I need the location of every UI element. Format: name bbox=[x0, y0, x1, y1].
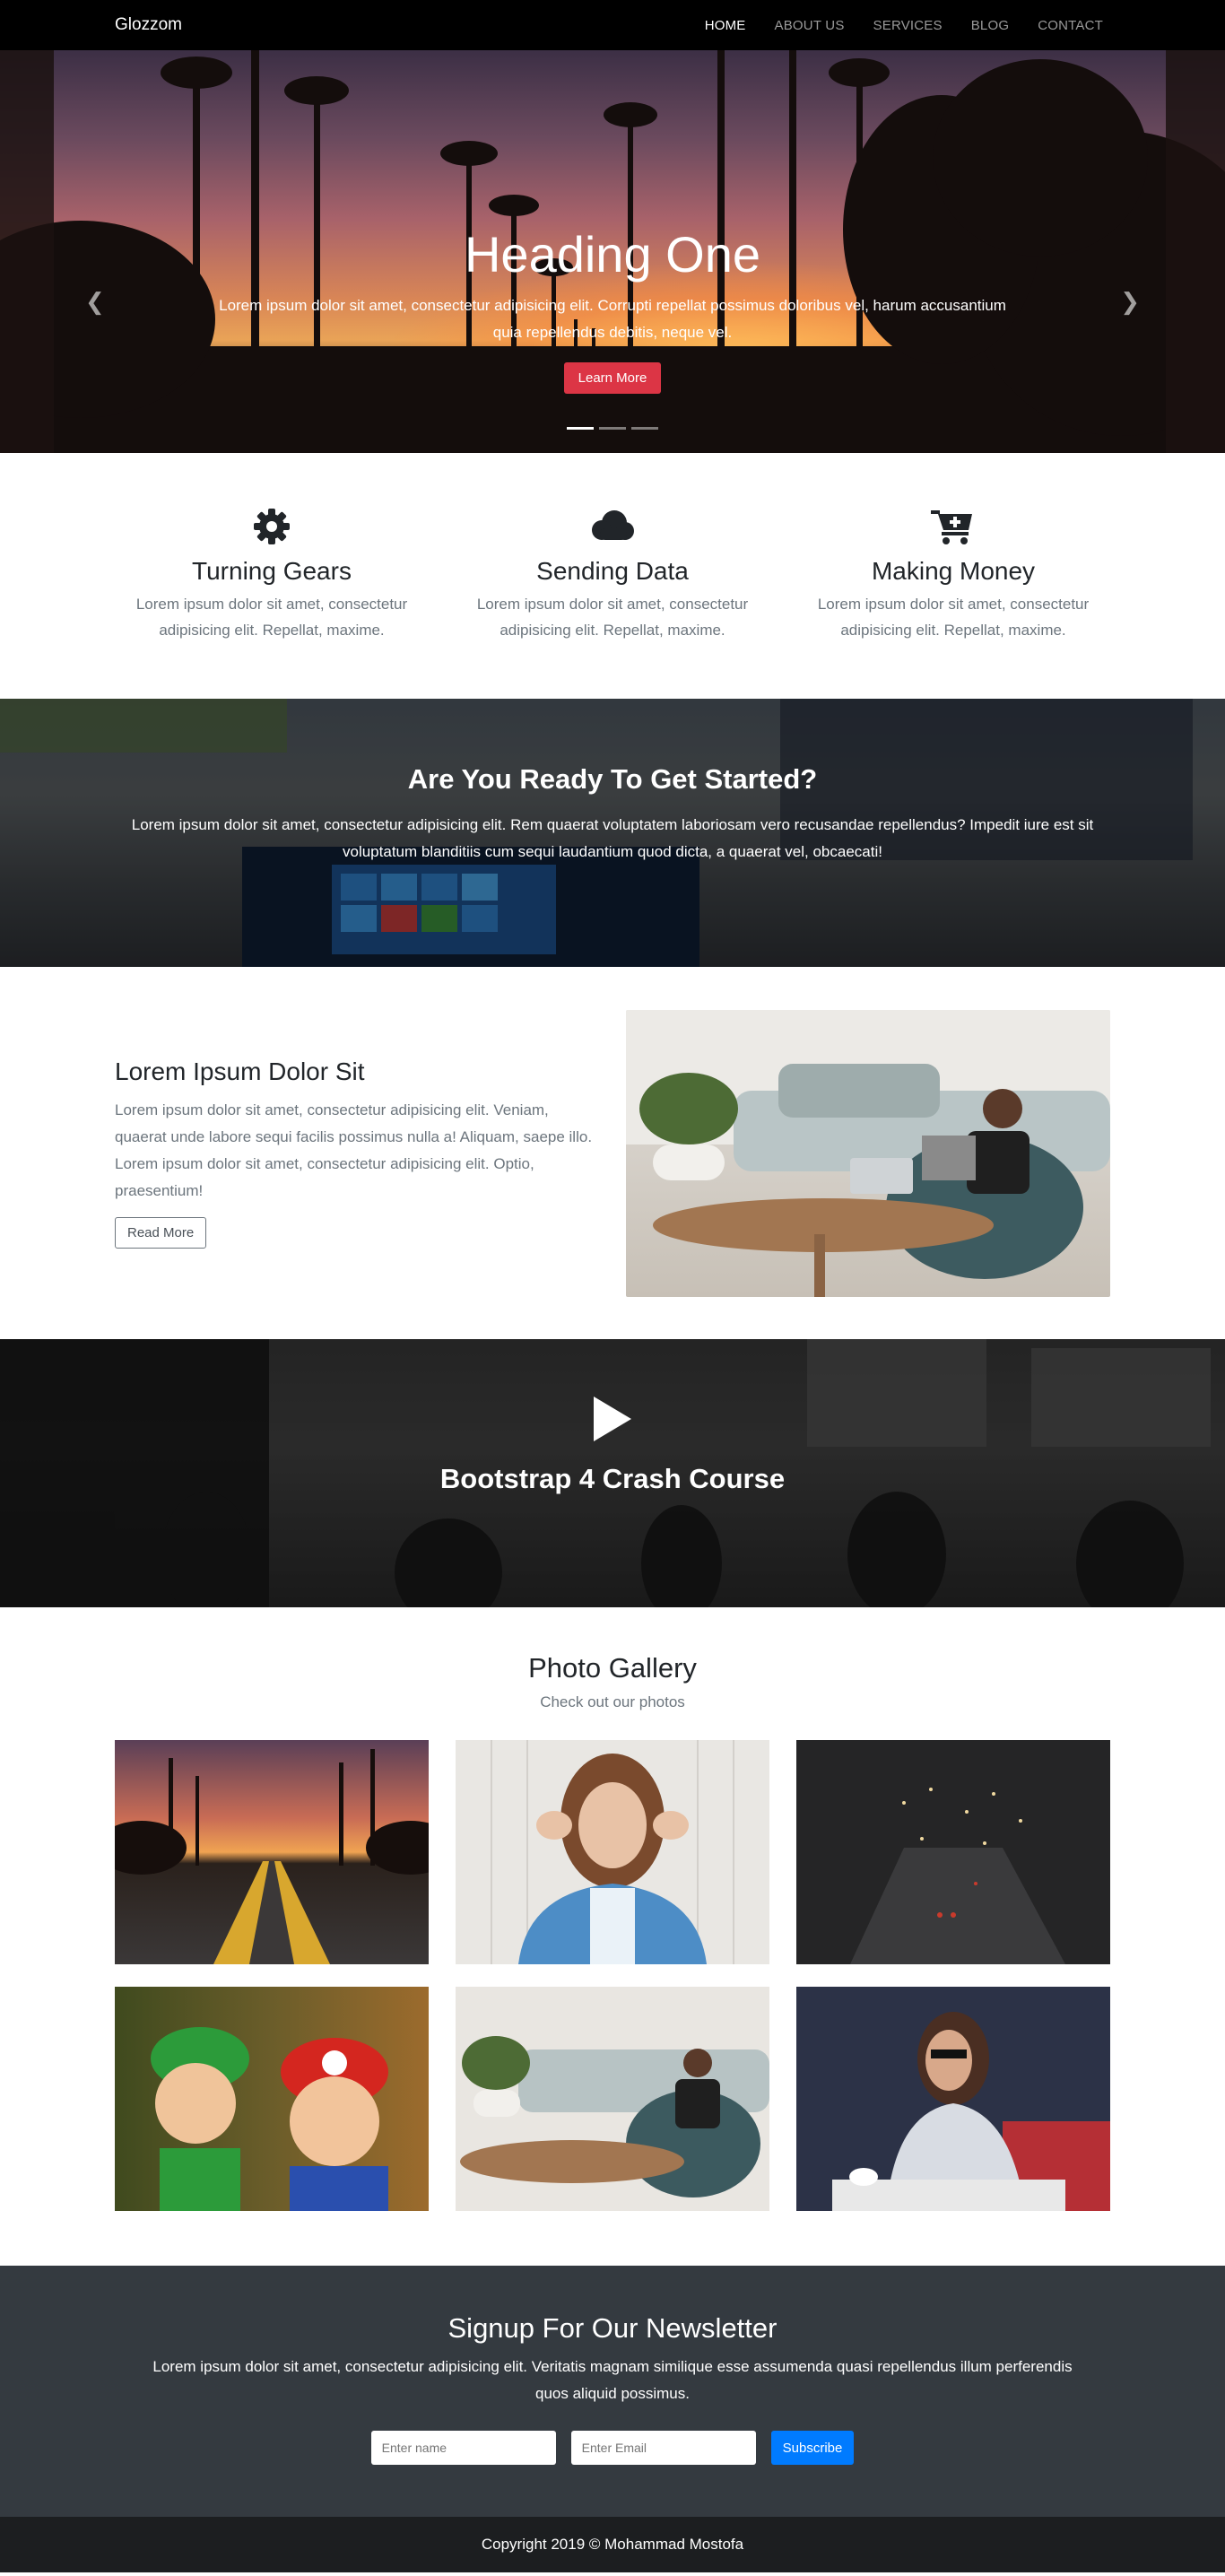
gallery-thumb-woman-denim[interactable] bbox=[456, 1740, 769, 1964]
name-input[interactable] bbox=[370, 2431, 556, 2465]
feature-text: Lorem ipsum dolor sit amet, consectetur … bbox=[135, 596, 408, 639]
nav-link-home[interactable]: HOME bbox=[691, 18, 760, 33]
nav-link-services[interactable]: SERVICES bbox=[859, 18, 957, 33]
hero-text: Lorem ipsum dolor sit amet, consectetur … bbox=[219, 297, 1006, 341]
get-started-text: Lorem ipsum dolor sit amet, consectetur … bbox=[131, 816, 1094, 860]
gallery-title: Photo Gallery bbox=[528, 1652, 697, 1684]
video-section: Bootstrap 4 Crash Course bbox=[0, 1339, 1225, 1607]
copyright-text: Copyright 2019 © Mohammad Mostofa bbox=[481, 2536, 744, 2553]
gallery-thumb-sunset-road[interactable] bbox=[115, 1740, 429, 1964]
feature-text: Lorem ipsum dolor sit amet, consectetur … bbox=[476, 596, 749, 639]
nav-link-contact[interactable]: CONTACT bbox=[1023, 18, 1110, 33]
gallery-thumb-mario-luigi[interactable] bbox=[115, 1987, 429, 2211]
navbar: Glozzom HOME ABOUT US SERVICES BLOG CONT… bbox=[0, 0, 1225, 50]
carousel-indicators bbox=[0, 427, 1225, 430]
subscribe-button[interactable]: Subscribe bbox=[770, 2431, 855, 2465]
newsletter-section: Signup For Our Newsletter Lorem ipsum do… bbox=[0, 2266, 1225, 2517]
girl-reading-image bbox=[626, 1009, 1110, 1297]
carousel-indicator[interactable] bbox=[567, 427, 594, 430]
hero-heading: Heading One bbox=[464, 226, 760, 283]
feature-text: Lorem ipsum dolor sit amet, consectetur … bbox=[817, 596, 1090, 639]
feature-title: Making Money bbox=[871, 557, 1036, 585]
video-content: Bootstrap 4 Crash Course bbox=[0, 1339, 1225, 1495]
hero-caption: Heading One Lorem ipsum dolor sit amet, … bbox=[0, 230, 1225, 394]
cart-plus-icon bbox=[783, 507, 1124, 546]
brand-logo[interactable]: Glozzom bbox=[115, 15, 182, 35]
carousel-indicator[interactable] bbox=[599, 427, 626, 430]
footer: Copyright 2019 © Mohammad Mostofa bbox=[0, 2517, 1225, 2572]
feature-title: Turning Gears bbox=[192, 557, 352, 585]
feature-item: Turning Gears Lorem ipsum dolor sit amet… bbox=[101, 507, 442, 699]
hero-carousel: ❮ ❯ Heading One Lorem ipsum dolor sit am… bbox=[0, 50, 1225, 453]
photo-gallery-section: Photo Gallery Check out our photos bbox=[0, 1607, 1225, 2266]
feature-title: Sending Data bbox=[536, 557, 689, 585]
gallery-thumb-woman-cafe[interactable] bbox=[796, 1987, 1110, 2211]
learn-more-button[interactable]: Learn More bbox=[563, 362, 662, 394]
info-text: Lorem ipsum dolor sit amet, consectetur … bbox=[115, 1101, 593, 1199]
get-started-section: Are You Ready To Get Started? Lorem ipsu… bbox=[0, 699, 1225, 967]
cloud-icon bbox=[442, 507, 783, 546]
info-text-block: Lorem Ipsum Dolor Sit Lorem ipsum dolor … bbox=[115, 1057, 599, 1249]
video-title: Bootstrap 4 Crash Course bbox=[439, 1463, 786, 1494]
gear-icon bbox=[101, 507, 442, 546]
info-title: Lorem Ipsum Dolor Sit bbox=[115, 1057, 365, 1085]
newsletter-text: Lorem ipsum dolor sit amet, consectetur … bbox=[152, 2358, 1073, 2402]
email-input[interactable] bbox=[570, 2431, 756, 2465]
gallery-grid bbox=[115, 1740, 1110, 2211]
feature-item: Making Money Lorem ipsum dolor sit amet,… bbox=[783, 507, 1124, 699]
info-section: Lorem Ipsum Dolor Sit Lorem ipsum dolor … bbox=[0, 967, 1225, 1339]
nav-link-about[interactable]: ABOUT US bbox=[760, 18, 859, 33]
newsletter-title: Signup For Our Newsletter bbox=[447, 2312, 778, 2344]
read-more-button[interactable]: Read More bbox=[115, 1217, 207, 1249]
features-section: Turning Gears Lorem ipsum dolor sit amet… bbox=[0, 453, 1225, 699]
play-icon[interactable] bbox=[594, 1397, 631, 1441]
carousel-indicator[interactable] bbox=[631, 427, 658, 430]
signup-form: Subscribe bbox=[0, 2431, 1225, 2465]
nav-link-blog[interactable]: BLOG bbox=[957, 18, 1023, 33]
get-started-title: Are You Ready To Get Started? bbox=[407, 763, 818, 795]
gallery-thumb-girl-reading[interactable] bbox=[456, 1987, 769, 2211]
feature-item: Sending Data Lorem ipsum dolor sit amet,… bbox=[442, 507, 783, 699]
nav-links: HOME ABOUT US SERVICES BLOG CONTACT bbox=[691, 18, 1110, 33]
get-started-content: Are You Ready To Get Started? Lorem ipsu… bbox=[0, 699, 1225, 866]
gallery-thumb-night-city[interactable] bbox=[796, 1740, 1110, 1964]
gallery-subtitle: Check out our photos bbox=[540, 1693, 685, 1710]
